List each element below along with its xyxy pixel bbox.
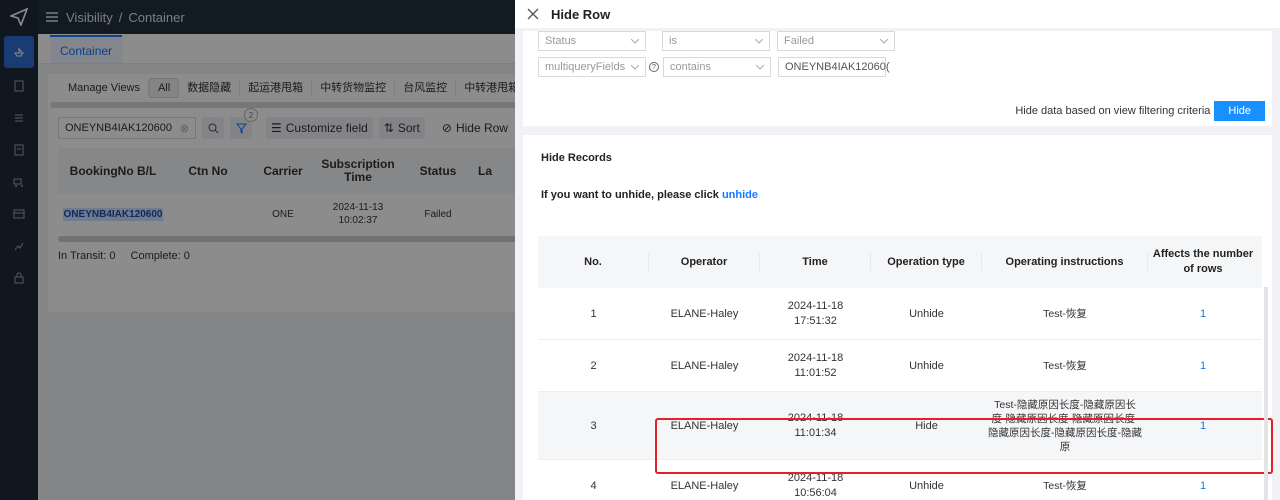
filter1-field-select[interactable]: Status <box>538 31 646 51</box>
drawer-title: Hide Row <box>551 6 611 22</box>
row-date: 2024-11-18 <box>787 299 844 312</box>
records-table: No. Operator Time Operation type Operati… <box>538 236 1273 500</box>
row-instructions: Test-恢复 <box>1043 307 1087 320</box>
row-clock: 10:56:04 <box>794 486 837 499</box>
filter1-op-select[interactable]: is <box>662 31 770 51</box>
filter1-value: Failed <box>784 35 814 47</box>
row-type: Hide <box>915 419 938 432</box>
filter1-field: Status <box>545 35 577 47</box>
chevron-down-icon <box>756 64 764 70</box>
table-row[interactable]: 4 ELANE-Haley 2024-11-18 10:56:04 Unhide … <box>538 460 1262 500</box>
row-affected-link[interactable]: 1 <box>1148 360 1258 372</box>
row-operator: ELANE-Haley <box>670 307 739 320</box>
drawer-header: Hide Row <box>515 0 1280 28</box>
filter2-field: multiqueryFields <box>545 61 626 73</box>
row-affected-link[interactable]: 1 <box>1148 480 1258 492</box>
row-instructions: Test-恢复 <box>1043 479 1087 492</box>
header-operator: Operator <box>649 253 760 271</box>
filter2-field-select[interactable]: multiqueryFields <box>538 57 646 77</box>
row-operator: ELANE-Haley <box>670 419 739 432</box>
row-time: 2024-11-18 17:51:32 <box>760 299 871 329</box>
row-time: 2024-11-18 11:01:52 <box>760 351 871 381</box>
unhide-text: If you want to unhide, please click <box>541 189 719 201</box>
table-row[interactable]: 2 ELANE-Haley 2024-11-18 11:01:52 Unhide … <box>538 340 1262 392</box>
table-row-highlighted[interactable]: 3 ELANE-Haley 2024-11-18 11:01:34 Hide Te… <box>538 392 1262 460</box>
close-icon[interactable] <box>527 8 539 20</box>
row-date: 2024-11-18 <box>787 351 844 364</box>
header-time: Time <box>760 253 871 271</box>
row-operator: ELANE-Haley <box>670 359 739 372</box>
row-time: 2024-11-18 11:01:34 <box>760 411 871 441</box>
filter1-value-select[interactable]: Failed <box>777 31 895 51</box>
row-type: Unhide <box>909 359 944 372</box>
unhide-hint: If you want to unhide, please click unhi… <box>523 164 1272 201</box>
row-time: 2024-11-18 10:56:04 <box>760 471 871 500</box>
modal-mask[interactable] <box>0 0 515 500</box>
header-instructions: Operating instructions <box>982 253 1148 271</box>
row-affected-link[interactable]: 1 <box>1148 420 1258 432</box>
row-date: 2024-11-18 <box>787 411 844 424</box>
row-clock: 17:51:32 <box>794 314 837 327</box>
hide-action: Hide data based on view filtering criter… <box>1015 101 1265 121</box>
row-no: 3 <box>590 419 597 432</box>
row-no: 2 <box>590 359 597 372</box>
help-icon[interactable]: ? <box>649 62 659 72</box>
filter2-op: contains <box>670 61 711 73</box>
filter2-op-select[interactable]: contains <box>663 57 771 77</box>
row-no: 4 <box>590 479 597 492</box>
row-clock: 11:01:52 <box>794 366 837 379</box>
table-row[interactable]: 1 ELANE-Haley 2024-11-18 17:51:32 Unhide … <box>538 288 1262 340</box>
filter-panel: Status is Failed multiqueryFields ? cont… <box>523 31 1272 126</box>
chevron-down-icon <box>631 38 639 44</box>
filter2-value: ONEYNB4IAK12060( <box>785 61 890 73</box>
header-no: No. <box>538 253 649 271</box>
row-instructions: Test-隐藏原因长度-隐藏原因长度-隐藏原因长度-隐藏原因长度-隐藏原因长度-… <box>988 398 1142 453</box>
row-type: Unhide <box>909 479 944 492</box>
chevron-down-icon <box>631 64 639 70</box>
hide-button[interactable]: Hide <box>1214 101 1265 121</box>
chevron-down-icon <box>755 38 763 44</box>
row-no: 1 <box>590 307 597 320</box>
row-instructions: Test-恢复 <box>1043 359 1087 372</box>
filter2-value-input[interactable]: ONEYNB4IAK12060( <box>778 57 890 77</box>
header-affected-rows: Affects the number of rows <box>1152 248 1254 275</box>
records-title: Hide Records <box>541 152 612 164</box>
row-operator: ELANE-Haley <box>670 479 739 492</box>
hide-records-panel: Hide Records If you want to unhide, plea… <box>523 135 1273 500</box>
row-date: 2024-11-18 <box>787 471 844 484</box>
chevron-down-icon <box>880 38 888 44</box>
filter1-op: is <box>669 35 677 47</box>
records-scrollbar[interactable] <box>1264 287 1268 500</box>
hide-row-drawer: Hide Row Status is Failed multiqueryFiel… <box>515 0 1280 500</box>
row-affected-link[interactable]: 1 <box>1148 308 1258 320</box>
row-clock: 11:01:34 <box>794 426 837 439</box>
header-operation-type: Operation type <box>871 253 982 271</box>
records-header: No. Operator Time Operation type Operati… <box>538 236 1262 288</box>
hide-hint: Hide data based on view filtering criter… <box>1015 105 1211 117</box>
unhide-link[interactable]: unhide <box>722 189 758 201</box>
row-type: Unhide <box>909 307 944 320</box>
